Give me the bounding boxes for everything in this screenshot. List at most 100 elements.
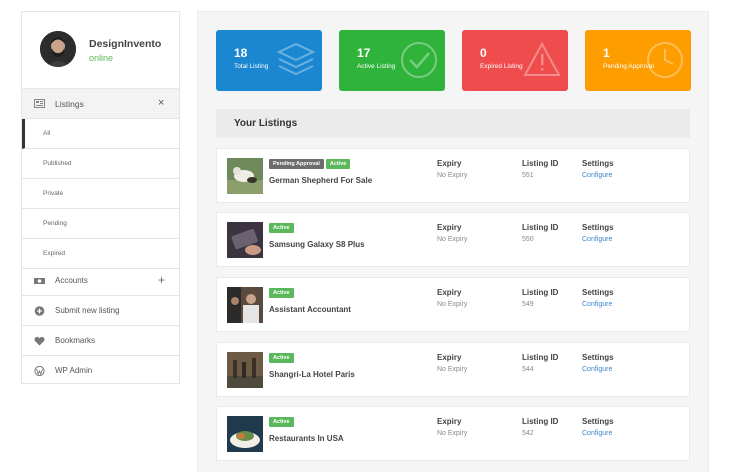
expiry-header: Expiry — [437, 417, 462, 426]
stat-total-listing[interactable]: 18 Total Listing — [216, 30, 322, 91]
badge-group: Active — [269, 353, 294, 363]
sidebar: DesignInvento online Listings × All Publ… — [21, 11, 180, 384]
heart-icon — [34, 336, 45, 346]
section-title: Your Listings — [234, 118, 298, 129]
listing-id-header: Listing ID — [522, 288, 559, 297]
sidebar-subitem-label: All — [43, 130, 51, 137]
profile-status: online — [89, 53, 114, 63]
stat-value: 1 — [603, 46, 610, 60]
listing-id-value: 542 — [522, 430, 534, 437]
layers-icon — [276, 42, 316, 76]
settings-header: Settings — [582, 159, 614, 168]
sidebar-subitem-expired[interactable]: Expired — [22, 239, 179, 269]
sidebar-subitem-label: Expired — [43, 250, 66, 257]
badge-group: Active — [269, 288, 294, 298]
listing-id-header: Listing ID — [522, 159, 559, 168]
sidebar-subitem-label: Private — [43, 190, 64, 197]
listing-thumbnail[interactable] — [227, 287, 263, 323]
sidebar-subitem-private[interactable]: Private — [22, 179, 179, 209]
listing-id-header: Listing ID — [522, 223, 559, 232]
listing-thumbnail[interactable] — [227, 222, 263, 258]
profile-name: DesignInvento — [89, 38, 162, 50]
expiry-value: No Expiry — [437, 172, 468, 179]
status-badge: Pending Approval — [269, 159, 324, 169]
plus-icon[interactable]: + — [158, 273, 165, 287]
settings-header: Settings — [582, 223, 614, 232]
sidebar-subitem-all[interactable]: All — [22, 119, 179, 149]
stat-expired-listing[interactable]: 0 Expired Listing — [462, 30, 568, 91]
status-badge: Active — [269, 223, 294, 233]
stat-value: 18 — [234, 46, 248, 60]
expiry-value: No Expiry — [437, 301, 468, 308]
listing-title[interactable]: German Shepherd For Sale — [269, 176, 372, 185]
listing-id-header: Listing ID — [522, 353, 559, 362]
status-badge: Active — [269, 417, 294, 427]
sidebar-item-label: WP Admin — [55, 366, 93, 375]
listing-id-value: 544 — [522, 366, 534, 373]
settings-header: Settings — [582, 353, 614, 362]
expiry-value: No Expiry — [437, 366, 468, 373]
expiry-header: Expiry — [437, 288, 462, 297]
listing-card[interactable]: Active Assistant Accountant Expiry No Ex… — [216, 277, 690, 332]
user-profile: DesignInvento online — [22, 12, 179, 88]
listing-card[interactable]: Active Shangri-La Hotel Paris Expiry No … — [216, 342, 690, 397]
expiry-value: No Expiry — [437, 430, 468, 437]
stat-label: Pending Approval — [603, 63, 654, 70]
listing-card[interactable]: Active Samsung Galaxy S8 Plus Expiry No … — [216, 212, 690, 267]
sidebar-item-bookmarks[interactable]: Bookmarks — [22, 326, 179, 356]
sidebar-subitem-pending[interactable]: Pending — [22, 209, 179, 239]
listing-id-value: 550 — [522, 236, 534, 243]
close-icon[interactable]: × — [158, 97, 164, 109]
stat-label: Active Listing — [357, 63, 396, 70]
configure-link[interactable]: Configure — [582, 301, 612, 308]
sidebar-item-listings[interactable]: Listings × — [22, 88, 179, 119]
sidebar-item-label: Listings — [55, 99, 84, 109]
sidebar-item-wp-admin[interactable]: WP Admin — [22, 356, 179, 386]
money-icon — [34, 278, 45, 284]
check-circle-icon — [401, 42, 437, 78]
sidebar-item-accounts[interactable]: Accounts + — [22, 266, 179, 296]
sidebar-item-label: Bookmarks — [55, 336, 96, 345]
stat-value: 0 — [480, 46, 487, 60]
listings-icon — [34, 99, 45, 108]
stat-pending-approval[interactable]: 1 Pending Approval — [585, 30, 691, 91]
listing-card[interactable]: Active Restaurants In USA Expiry No Expi… — [216, 406, 690, 461]
expiry-header: Expiry — [437, 353, 462, 362]
listing-card[interactable]: Pending Approval Active German Shepherd … — [216, 148, 690, 203]
configure-link[interactable]: Configure — [582, 172, 612, 179]
listing-title[interactable]: Assistant Accountant — [269, 305, 351, 314]
configure-link[interactable]: Configure — [582, 430, 612, 437]
badge-group: Pending Approval Active — [269, 159, 351, 169]
warning-icon — [523, 41, 561, 76]
listing-thumbnail[interactable] — [227, 416, 263, 452]
plus-circle-icon — [34, 306, 45, 316]
configure-link[interactable]: Configure — [582, 366, 612, 373]
sidebar-subitem-label: Pending — [43, 220, 67, 227]
listing-thumbnail[interactable] — [227, 158, 263, 194]
status-badge: Active — [269, 288, 294, 298]
sidebar-item-submit-listing[interactable]: Submit new listing — [22, 296, 179, 326]
status-badge: Active — [325, 159, 351, 169]
clock-icon — [647, 42, 683, 78]
listing-thumbnail[interactable] — [227, 352, 263, 388]
listing-id-value: 551 — [522, 172, 534, 179]
section-header: Your Listings — [216, 109, 690, 138]
sidebar-item-label: Accounts — [55, 276, 88, 285]
settings-header: Settings — [582, 417, 614, 426]
stat-value: 17 — [357, 46, 371, 60]
listing-id-value: 549 — [522, 301, 534, 308]
listing-title[interactable]: Shangri-La Hotel Paris — [269, 370, 355, 379]
expiry-header: Expiry — [437, 223, 462, 232]
stat-label: Total Listing — [234, 63, 269, 70]
sidebar-subitem-published[interactable]: Published — [22, 149, 179, 179]
badge-group: Active — [269, 417, 294, 427]
configure-link[interactable]: Configure — [582, 236, 612, 243]
dashboard-main: 18 Total Listing 17 Active Listing 0 Exp… — [197, 11, 709, 472]
avatar[interactable] — [40, 31, 76, 67]
badge-group: Active — [269, 223, 294, 233]
expiry-value: No Expiry — [437, 236, 468, 243]
listing-title[interactable]: Samsung Galaxy S8 Plus — [269, 240, 365, 249]
stat-active-listing[interactable]: 17 Active Listing — [339, 30, 445, 91]
listing-title[interactable]: Restaurants In USA — [269, 434, 344, 443]
status-badge: Active — [269, 353, 294, 363]
